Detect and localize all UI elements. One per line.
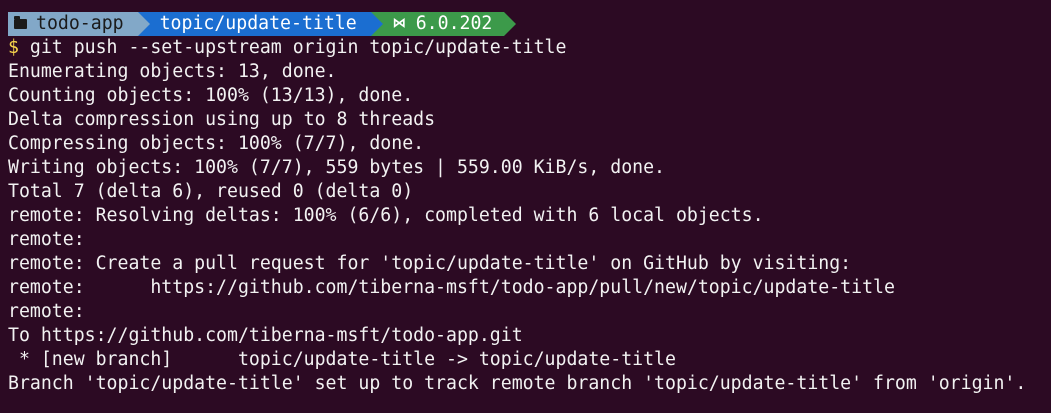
segment-separator-arrow bbox=[137, 12, 150, 36]
segment-separator-arrow bbox=[370, 12, 383, 36]
dotnet-version: 6.0.202 bbox=[415, 13, 493, 34]
segment-separator-arrow bbox=[504, 12, 517, 36]
output-line: remote: Resolving deltas: 100% (6/6), co… bbox=[8, 205, 764, 226]
command-text: git push --set-upstream origin topic/upd… bbox=[18, 37, 567, 58]
directory-name: todo-app bbox=[36, 13, 124, 34]
folder-icon bbox=[14, 16, 27, 29]
output-line: Enumerating objects: 13, done. bbox=[8, 61, 337, 82]
output-line: remote: https://github.com/tiberna-msft/… bbox=[8, 277, 895, 298]
terminal-output: $ git push --set-upstream origin topic/u… bbox=[8, 36, 1051, 396]
prompt-segment-branch: topic/update-title bbox=[137, 12, 383, 36]
command-line: $ git push --set-upstream origin topic/u… bbox=[8, 36, 1051, 60]
output-line: Compressing objects: 100% (7/7), done. bbox=[8, 133, 425, 154]
output-line: remote: bbox=[8, 301, 85, 322]
terminal-window[interactable]: todo-app topic/update-title ⋈ 6.0.202 $ g… bbox=[0, 0, 1051, 413]
prompt-bar: todo-app topic/update-title ⋈ 6.0.202 bbox=[8, 12, 1051, 36]
branch-name: topic/update-title bbox=[159, 13, 357, 34]
output-line: To https://github.com/tiberna-msft/todo-… bbox=[8, 325, 523, 346]
prompt-segment-directory: todo-app bbox=[8, 12, 150, 36]
prompt-symbol: $ bbox=[8, 37, 19, 58]
output-line: remote: Create a pull request for 'topic… bbox=[8, 253, 852, 274]
output-line: Branch 'topic/update-title' set up to tr… bbox=[8, 373, 1027, 394]
output-line: Writing objects: 100% (7/7), 559 bytes |… bbox=[8, 157, 665, 178]
prompt-segment-dotnet: ⋈ 6.0.202 bbox=[370, 12, 517, 36]
output-line: remote: bbox=[8, 229, 85, 250]
output-line: Total 7 (delta 6), reused 0 (delta 0) bbox=[8, 181, 414, 202]
dotnet-icon: ⋈ bbox=[392, 16, 406, 31]
output-line: Counting objects: 100% (13/13), done. bbox=[8, 85, 414, 106]
output-line: Delta compression using up to 8 threads bbox=[8, 109, 436, 130]
output-line: * [new branch] topic/update-title -> top… bbox=[8, 349, 676, 370]
